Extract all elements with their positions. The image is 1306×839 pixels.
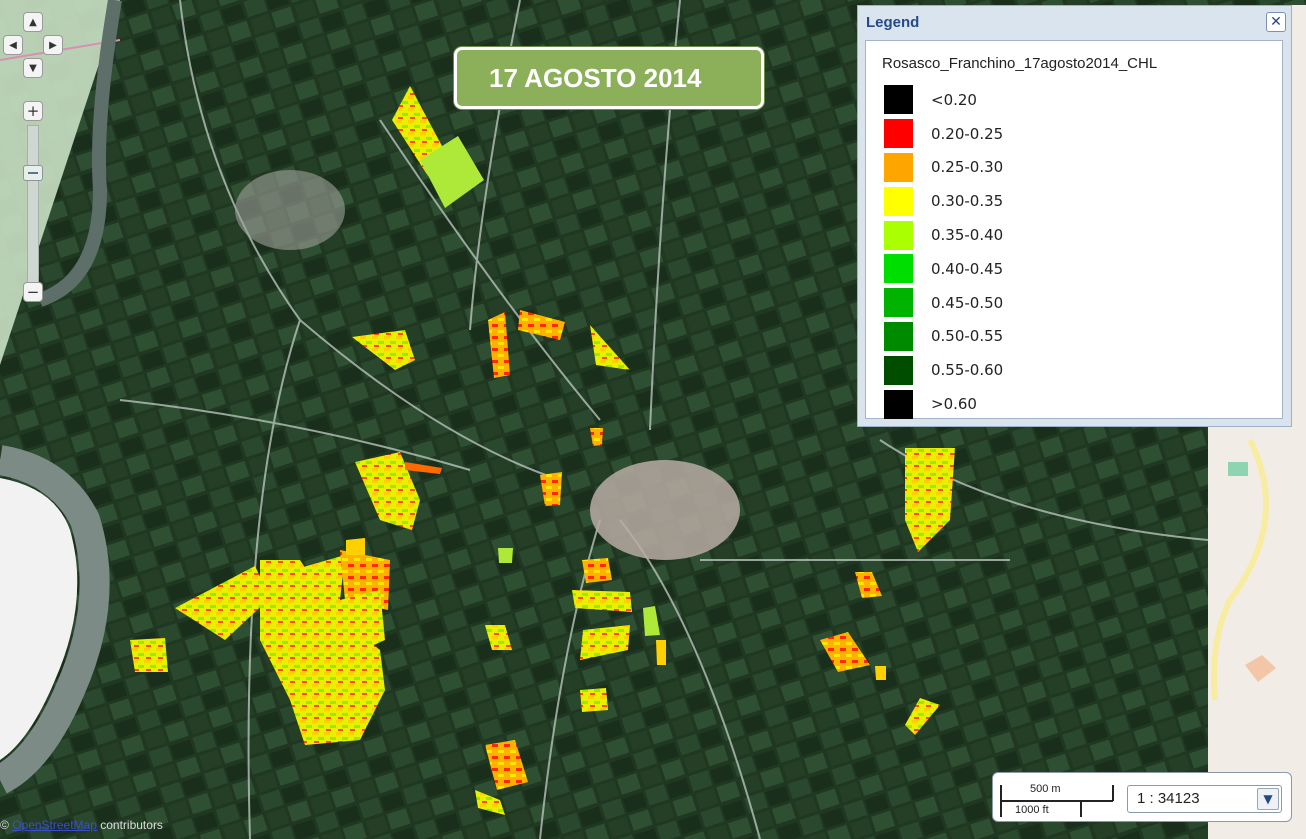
legend-item: >0.60 <box>884 387 1003 421</box>
map-attribution: © OpenStreetMap contributors <box>0 818 163 832</box>
legend-item: 0.55-0.60 <box>884 353 1003 387</box>
legend-item-label: <0.20 <box>931 90 977 109</box>
chevron-down-icon[interactable]: ▼ <box>1257 788 1279 810</box>
legend-swatch <box>884 186 913 216</box>
legend-item: 0.20-0.25 <box>884 117 1003 151</box>
legend-swatch <box>884 288 913 318</box>
legend-swatch <box>884 254 913 284</box>
legend-item-label: 0.40-0.45 <box>931 259 1004 278</box>
osm-link[interactable]: OpenStreetMap <box>12 818 97 832</box>
legend-swatch <box>884 355 913 385</box>
legend-layer-name: Rosasco_Franchino_17agosto2014_CHL <box>882 55 1158 72</box>
zoom-slider-handle[interactable] <box>23 165 43 181</box>
legend-swatch <box>884 152 913 182</box>
legend-items: <0.20 0.20-0.25 0.25-0.30 0.30-0.35 0.35… <box>884 83 1003 421</box>
legend-item-label: 0.25-0.30 <box>931 158 1004 177</box>
legend-item: 0.40-0.45 <box>884 252 1003 286</box>
pan-right-icon[interactable]: ▶ <box>43 35 63 55</box>
copyright-symbol: © <box>0 818 9 832</box>
attribution-suffix: contributors <box>96 818 163 832</box>
legend-swatch <box>884 85 913 115</box>
scale-metric-label: 500 m <box>1030 783 1061 795</box>
scale-control: 500 m 1000 ft 1 : 34123 ▼ <box>992 772 1292 822</box>
pan-left-icon[interactable]: ◀ <box>3 35 23 55</box>
legend-item: 0.30-0.35 <box>884 184 1003 218</box>
legend-swatch <box>884 389 913 419</box>
legend-item: 0.50-0.55 <box>884 320 1003 354</box>
scale-imperial-label: 1000 ft <box>1015 804 1049 816</box>
legend-item: 0.35-0.40 <box>884 218 1003 252</box>
legend-item: 0.45-0.50 <box>884 286 1003 320</box>
legend-item-label: 0.55-0.60 <box>931 361 1004 380</box>
zoom-in-icon[interactable]: + <box>23 101 43 121</box>
scale-bar <box>1000 785 1114 817</box>
legend-swatch <box>884 119 913 149</box>
scale-select-value: 1 : 34123 <box>1137 790 1200 807</box>
zoom-bar[interactable] <box>27 125 39 283</box>
legend-item: <0.20 <box>884 83 1003 117</box>
legend-title: Legend <box>866 14 920 31</box>
legend-item-label: 0.45-0.50 <box>931 293 1004 312</box>
legend-item-label: 0.20-0.25 <box>931 124 1004 143</box>
legend-item-label: 0.35-0.40 <box>931 226 1004 245</box>
legend-item: 0.25-0.30 <box>884 151 1003 185</box>
legend-swatch <box>884 321 913 351</box>
legend-panel: Legend ✕ Rosasco_Franchino_17agosto2014_… <box>857 5 1292 427</box>
pan-down-icon[interactable]: ▼ <box>23 58 43 78</box>
scale-select[interactable]: 1 : 34123 ▼ <box>1127 785 1282 813</box>
pan-up-icon[interactable]: ▲ <box>23 12 43 32</box>
legend-item-label: 0.30-0.35 <box>931 192 1004 211</box>
date-label: 17 AGOSTO 2014 <box>454 47 764 109</box>
legend-swatch <box>884 220 913 250</box>
close-icon[interactable]: ✕ <box>1266 12 1286 32</box>
zoom-out-icon[interactable]: − <box>23 282 43 302</box>
legend-item-label: 0.50-0.55 <box>931 327 1004 346</box>
legend-item-label: >0.60 <box>931 395 977 414</box>
legend-body: Rosasco_Franchino_17agosto2014_CHL <0.20… <box>865 40 1283 419</box>
